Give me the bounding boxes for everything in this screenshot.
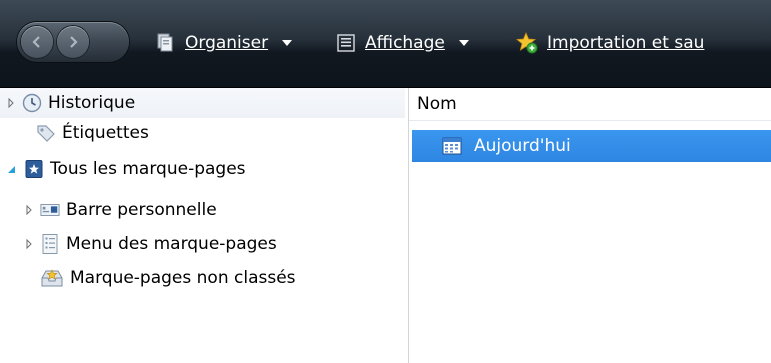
- arrow-right-icon: [70, 36, 78, 48]
- arrow-left-icon: [32, 36, 40, 48]
- expand-arrow-icon[interactable]: [22, 237, 36, 251]
- tree-item-bookmarks-menu[interactable]: Menu des marque-pages: [0, 229, 405, 259]
- expand-arrow-icon[interactable]: [22, 203, 36, 217]
- view-menu-button[interactable]: Affichage: [335, 30, 469, 56]
- unsorted-bookmarks-icon: [40, 268, 64, 288]
- documents-icon: [157, 33, 173, 52]
- star-import-icon: [515, 31, 538, 54]
- column-header-name[interactable]: Nom: [409, 88, 771, 121]
- tree-item-history[interactable]: Historique: [0, 88, 405, 118]
- tree-item-label: Historique: [48, 93, 136, 113]
- back-button[interactable]: [21, 26, 53, 58]
- tree-item-label: Étiquettes: [62, 123, 149, 143]
- toolbar-folder-icon: [40, 200, 60, 220]
- clock-icon: [22, 93, 42, 113]
- menu-folder-icon: [40, 234, 60, 254]
- tree-item-label: Barre personnelle: [66, 200, 217, 220]
- list-view-icon: [337, 34, 355, 52]
- navigation-buttons: [17, 22, 129, 62]
- collapse-arrow-icon[interactable]: [4, 162, 18, 176]
- expand-arrow-icon[interactable]: [4, 96, 18, 110]
- tree-item-personal-toolbar[interactable]: Barre personnelle: [0, 195, 405, 225]
- view-label: Affichage: [365, 33, 445, 53]
- bookmark-list: Nom Aujourd'hui: [409, 88, 771, 363]
- tree-item-all-bookmarks[interactable]: Tous les marque-pages: [0, 154, 405, 184]
- tree-item-label: Tous les marque-pages: [50, 159, 246, 179]
- organise-menu-button[interactable]: Organiser: [155, 30, 293, 56]
- forward-button[interactable]: [57, 26, 89, 58]
- column-header-label: Nom: [417, 94, 457, 114]
- calendar-icon: [442, 136, 464, 156]
- organise-label: Organiser: [185, 33, 269, 53]
- list-item[interactable]: Aujourd'hui: [412, 130, 771, 162]
- library-tree: Historique Étiquettes Tous les marque-pa…: [0, 88, 409, 363]
- tree-item-unsorted-bookmarks[interactable]: Marque-pages non classés: [0, 263, 405, 293]
- tree-item-label: Menu des marque-pages: [66, 234, 277, 254]
- chevron-down-icon: [282, 40, 293, 46]
- tree-item-tags[interactable]: Étiquettes: [0, 118, 405, 148]
- chevron-down-icon: [458, 40, 469, 46]
- tag-icon: [36, 123, 56, 143]
- list-item-label: Aujourd'hui: [474, 136, 571, 156]
- import-label: Importation et sau: [547, 33, 705, 53]
- import-backup-menu-button[interactable]: Importation et sau: [515, 30, 704, 56]
- toolbar: Organiser Affichage Importation et sau: [0, 0, 771, 88]
- tree-item-label: Marque-pages non classés: [70, 268, 296, 288]
- bookmark-star-icon: [24, 159, 44, 179]
